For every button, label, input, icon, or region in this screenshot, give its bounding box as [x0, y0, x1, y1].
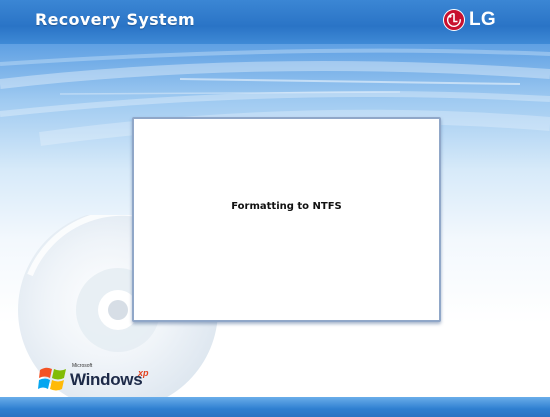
xp-label: xp: [138, 368, 149, 378]
status-dialog: Formatting to NTFS: [132, 117, 441, 322]
title-bar: Recovery System LG: [0, 0, 550, 44]
lg-brand: LG: [443, 8, 496, 32]
recovery-screen: Recovery System LG Formatting to NTFS Mi…: [0, 0, 550, 417]
app-title: Recovery System: [35, 10, 195, 29]
windows-flag-icon: [38, 367, 66, 391]
bottom-bar: [0, 397, 550, 417]
windows-label: Windows: [70, 370, 143, 389]
status-message: Formatting to NTFS: [231, 201, 342, 212]
brand-name: LG: [469, 9, 496, 30]
microsoft-label: Microsoft: [72, 363, 93, 369]
lg-logo-icon: [443, 9, 465, 31]
windows-xp-logo: Microsoft Windows xp: [38, 361, 149, 397]
